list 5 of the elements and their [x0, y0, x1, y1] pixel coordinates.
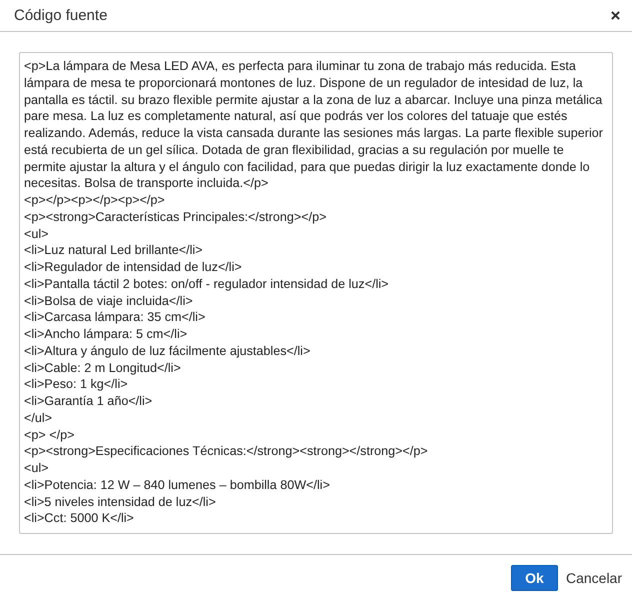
- cancel-button[interactable]: Cancelar: [562, 565, 626, 591]
- dialog-title: Código fuente: [14, 7, 108, 24]
- close-icon[interactable]: [611, 11, 620, 20]
- ok-button[interactable]: Ok: [510, 565, 558, 591]
- source-code-field[interactable]: <p>La lámpara de Mesa LED AVA, es perfecta para iluminar tu zona de trabajo más reducida. Esta lámpara de mesa te proporcionará montones de luz. Dispone de un regulador de intesidad de luz, la pantalla es táctil. su brazo flexible permite ajustar a la zona de luz a abarcar. Incluye una pinza metálica pare mesa. La luz es completamente natural, así que podrás ver los colores del tatuaje que estés realizando. Además, reduce la vista cansada durante las sesiones más largas. La parte flexible superior está recubierta de un gel sílica. Dotada de gran flexibilidad, gracias a su regulación por muelle te permite ajustar la altura y el ángulo con facilidad, para que puedas dirigir la luz exactamente donde lo necesitas. Bolsa de transporte incluida.</p> <p></p><p></p><p></p> <p><strong>Características Principales:</strong></p> <ul> <li>Luz natural Led brillante</li> <li>Regulador de intensidad de luz</li> <li>Pantalla táctil 2 botes: on/off - regulador intensidad de luz</li> <li>Bolsa de viaje incluida</li> <li>Carcasa lámpara: 35 cm</li> <li>Ancho lámpara: 5 cm</li> <li>Altura y ángulo de luz fácilmente ajustables</li> <li>Cable: 2 m Longitud</li> <li>Peso: 1 kg</li> <li>Garantía 1 año</li> </ul> <p> </p> <p><strong>Especificaciones Técnicas:</strong><strong></strong></p> <ul> <li>Potencia: 12 W – 840 lumenes – bombilla 80W</li> <li>5 niveles intensidad de luz</li> <li>Cct: 5000 K</li>: [19, 52, 613, 534]
